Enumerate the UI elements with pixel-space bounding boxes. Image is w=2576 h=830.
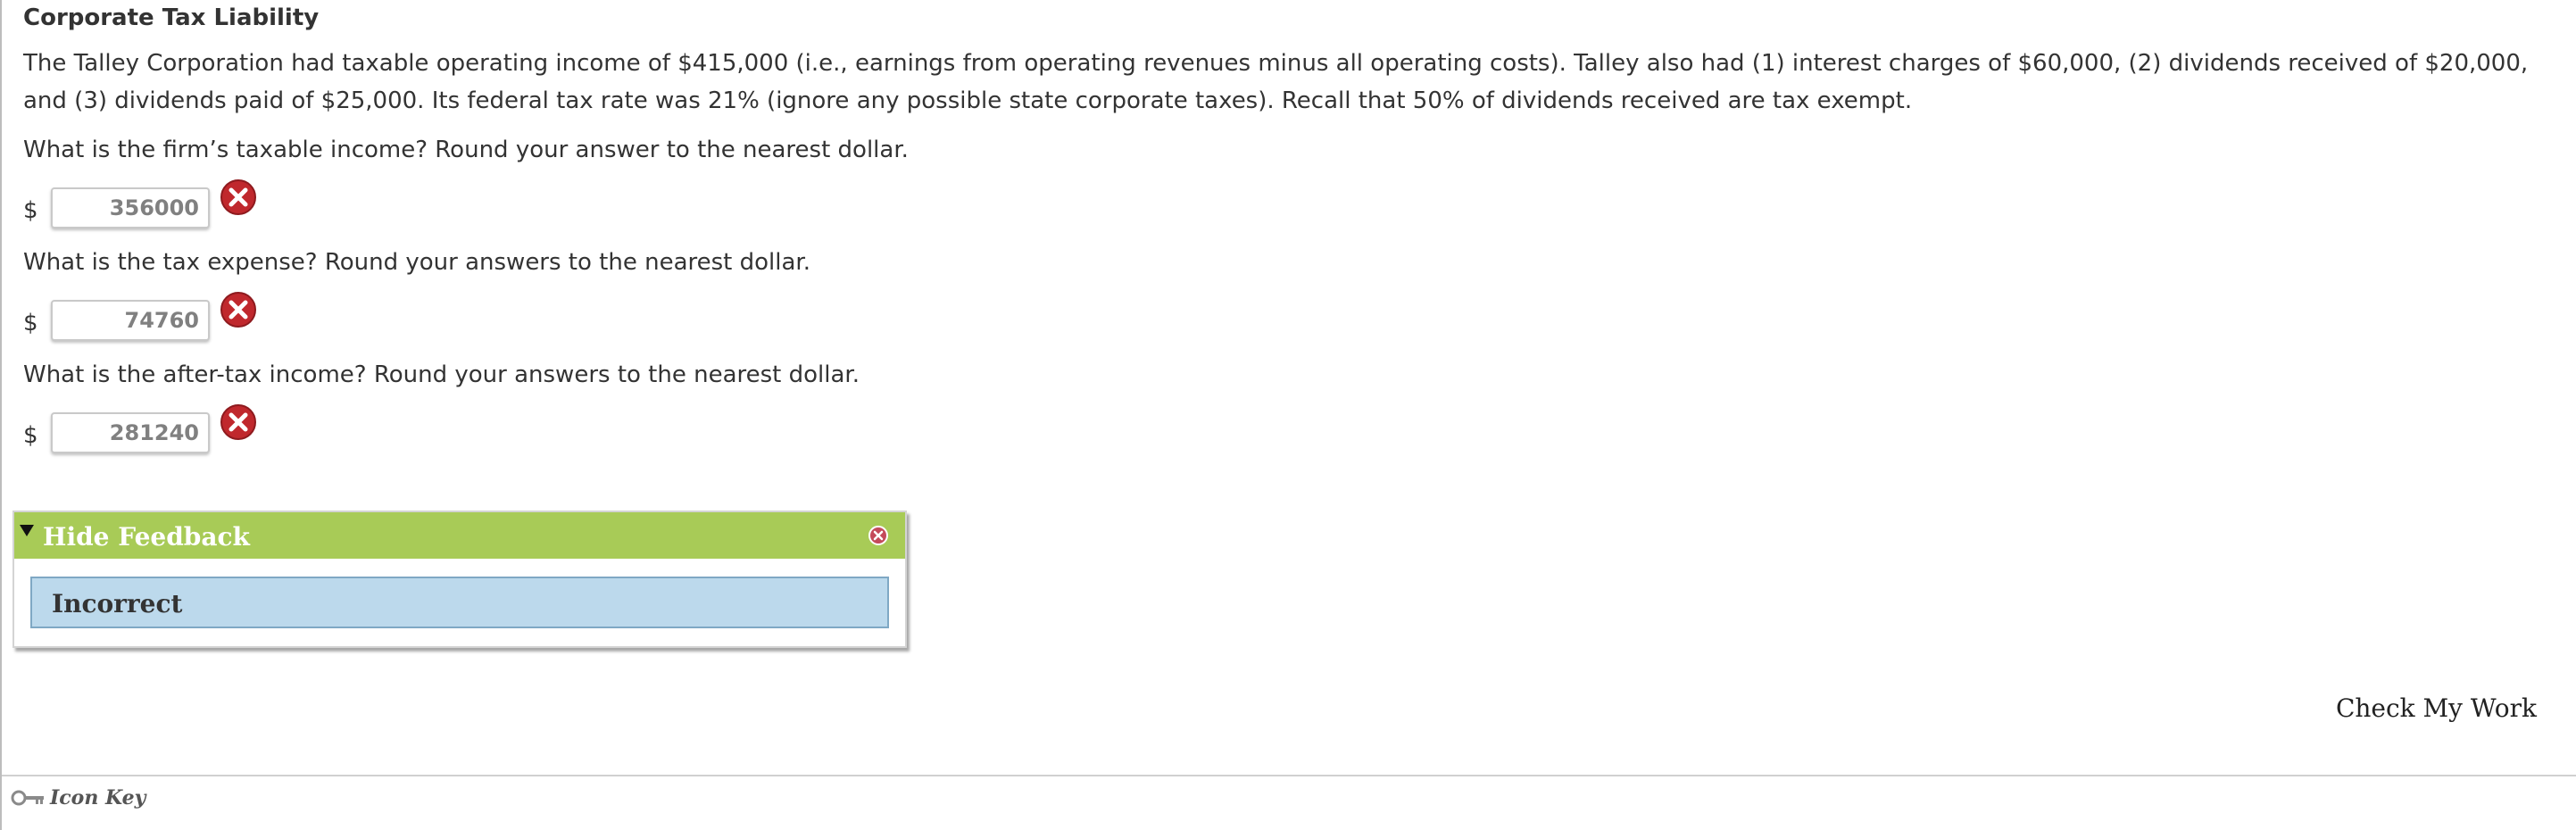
feedback-result-box: Incorrect [30,577,889,628]
currency-symbol: $ [23,197,38,224]
question-2-text: What is the tax expense? Round your answ… [23,249,810,276]
check-my-work-button[interactable]: Check My Work [2336,693,2537,725]
question-3-text: What is the after-tax income? Round your… [23,361,860,388]
close-icon[interactable] [868,525,889,546]
hide-feedback-toggle[interactable]: Hide Feedback [43,521,250,553]
footer-divider [2,775,2576,776]
collapse-triangle-icon[interactable] [20,525,34,536]
feedback-panel: Hide Feedback Incorrect [12,510,907,648]
after-tax-income-input[interactable]: 281240 [51,412,210,453]
feedback-header[interactable]: Hide Feedback [14,512,905,559]
problem-statement: The Talley Corporation had taxable opera… [23,50,2529,114]
currency-symbol: $ [23,310,38,336]
feedback-result-label: Incorrect [52,589,183,618]
left-border [0,0,2,830]
incorrect-x-icon [220,292,256,328]
question-1-text: What is the firm’s taxable income? Round… [23,137,909,163]
problem-title: Corporate Tax Liability [23,4,320,31]
taxable-income-input[interactable]: 356000 [51,187,210,228]
icon-key-label[interactable]: Icon Key [50,784,145,812]
key-icon [11,790,44,806]
incorrect-x-icon [220,404,256,440]
incorrect-x-icon [220,179,256,215]
tax-expense-input[interactable]: 74760 [51,300,210,341]
currency-symbol: $ [23,422,38,449]
